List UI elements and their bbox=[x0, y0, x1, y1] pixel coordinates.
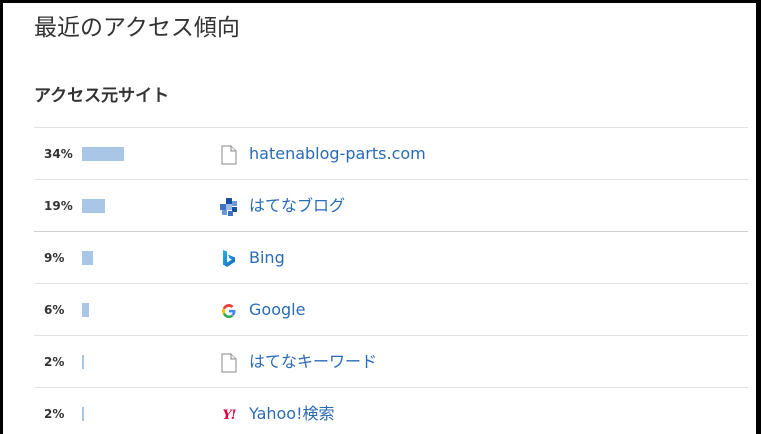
yahoo-icon: Y! bbox=[222, 407, 237, 423]
table-row: 19% はてなブログ bbox=[34, 179, 748, 231]
percent-label: 19% bbox=[44, 199, 73, 213]
percent-label: 6% bbox=[44, 303, 65, 317]
google-icon bbox=[220, 301, 238, 321]
table-row: 2% Y! Yahoo!検索 bbox=[34, 387, 748, 434]
hatena-blog-icon bbox=[220, 197, 238, 217]
section-title: アクセス元サイト bbox=[34, 86, 170, 106]
share-bar bbox=[82, 147, 124, 161]
percent-label: 9% bbox=[44, 251, 65, 265]
page-title: 最近のアクセス傾向 bbox=[34, 15, 240, 41]
share-bar bbox=[82, 199, 105, 213]
share-bar bbox=[82, 303, 89, 317]
table-row: 6% Google bbox=[34, 283, 748, 335]
percent-label: 2% bbox=[44, 355, 65, 369]
document-icon bbox=[220, 145, 238, 165]
percent-label: 2% bbox=[44, 407, 65, 421]
access-trend-panel: 最近のアクセス傾向 アクセス元サイト 34% hatenablog-parts.… bbox=[3, 3, 756, 434]
source-link[interactable]: Google bbox=[249, 284, 305, 336]
table-row: 34% hatenablog-parts.com bbox=[34, 127, 748, 179]
percent-label: 34% bbox=[44, 147, 73, 161]
share-bar bbox=[82, 355, 84, 369]
share-bar bbox=[82, 251, 93, 265]
bing-icon bbox=[220, 249, 238, 269]
source-link[interactable]: はてなブログ bbox=[249, 180, 345, 232]
source-link[interactable]: hatenablog-parts.com bbox=[249, 128, 426, 180]
source-link[interactable]: はてなキーワード bbox=[249, 336, 377, 388]
table-row: 9% Bing bbox=[34, 231, 748, 283]
source-link[interactable]: Bing bbox=[249, 232, 285, 284]
document-icon bbox=[220, 353, 238, 373]
source-link[interactable]: Yahoo!検索 bbox=[249, 388, 335, 434]
table-row: 2% はてなキーワード bbox=[34, 335, 748, 387]
share-bar bbox=[82, 407, 84, 421]
access-source-table: 34% hatenablog-parts.com 19% はてなブログ 9% B… bbox=[34, 127, 748, 434]
